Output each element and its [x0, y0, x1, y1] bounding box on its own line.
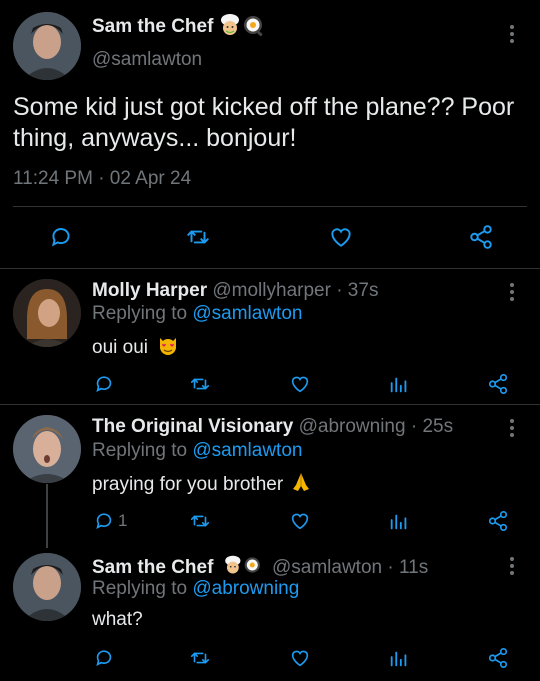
- chef-emoji: [221, 14, 239, 35]
- share-icon[interactable]: [487, 647, 509, 669]
- chef-emoji: [224, 555, 241, 574]
- reply-icon[interactable]: [48, 224, 74, 250]
- retweet-icon[interactable]: [184, 224, 212, 250]
- avatar[interactable]: [13, 553, 81, 621]
- mention-link[interactable]: @abrowning: [192, 578, 299, 599]
- reply-text: oui oui: [92, 337, 148, 359]
- share-icon[interactable]: [487, 510, 509, 532]
- analytics-icon[interactable]: [388, 647, 410, 669]
- reply-icon[interactable]: [93, 373, 115, 395]
- thread-line: [46, 484, 48, 548]
- retweet-icon[interactable]: [188, 373, 212, 395]
- avatar-image: [13, 12, 81, 80]
- like-icon[interactable]: [328, 224, 354, 250]
- like-icon[interactable]: [289, 647, 311, 669]
- handle-time[interactable]: @mollyharper · 37s: [212, 280, 378, 301]
- handle[interactable]: @samlawton: [92, 49, 202, 71]
- replying-to: Replying to @abrowning: [92, 578, 300, 599]
- reply-text: what?: [92, 609, 143, 630]
- retweet-icon[interactable]: [188, 647, 212, 669]
- replying-to: Replying to @samlawton: [92, 440, 303, 461]
- tweet-text: Some kid just got kicked off the plane??…: [13, 93, 515, 152]
- like-icon[interactable]: [289, 373, 311, 395]
- divider: [0, 268, 540, 269]
- display-name[interactable]: Sam the Chef: [92, 16, 213, 38]
- more-options-icon[interactable]: [510, 419, 516, 440]
- reply-icon[interactable]: [93, 647, 115, 669]
- avatar[interactable]: [13, 415, 81, 483]
- reply-count: 1: [118, 511, 128, 530]
- like-icon[interactable]: [289, 510, 311, 532]
- share-icon[interactable]: [487, 373, 509, 395]
- timestamp[interactable]: 11:24 PM · 02 Apr 24: [13, 168, 191, 190]
- handle-time[interactable]: @abrowning · 25s: [299, 416, 453, 437]
- more-options-icon[interactable]: [510, 283, 516, 304]
- egg-emoji: [244, 557, 260, 573]
- folded-hands-emoji: [290, 471, 312, 499]
- mention-link[interactable]: @samlawton: [192, 440, 302, 461]
- analytics-icon[interactable]: [388, 510, 410, 532]
- display-name[interactable]: Molly Harper: [92, 280, 207, 301]
- display-name[interactable]: The Original Visionary: [92, 416, 293, 437]
- analytics-icon[interactable]: [388, 373, 410, 395]
- avatar[interactable]: [13, 279, 81, 347]
- reply-text: praying for you brother: [92, 474, 284, 496]
- share-icon[interactable]: [468, 224, 494, 250]
- avatar[interactable]: [13, 12, 81, 80]
- display-name[interactable]: Sam the Chef: [92, 557, 213, 578]
- retweet-icon[interactable]: [188, 510, 212, 532]
- handle-time[interactable]: @samlawton · 11s: [272, 557, 428, 578]
- replying-to: Replying to @samlawton: [92, 303, 303, 324]
- reply-icon[interactable]: [93, 510, 115, 532]
- more-options-icon[interactable]: [510, 557, 516, 578]
- heart-eyes-cat-emoji: [157, 334, 179, 362]
- divider: [0, 404, 540, 405]
- egg-emoji: [244, 16, 263, 37]
- mention-link[interactable]: @samlawton: [192, 303, 302, 324]
- name-badges: [220, 12, 264, 43]
- stats-divider: [13, 206, 527, 207]
- more-options-icon[interactable]: [510, 25, 516, 46]
